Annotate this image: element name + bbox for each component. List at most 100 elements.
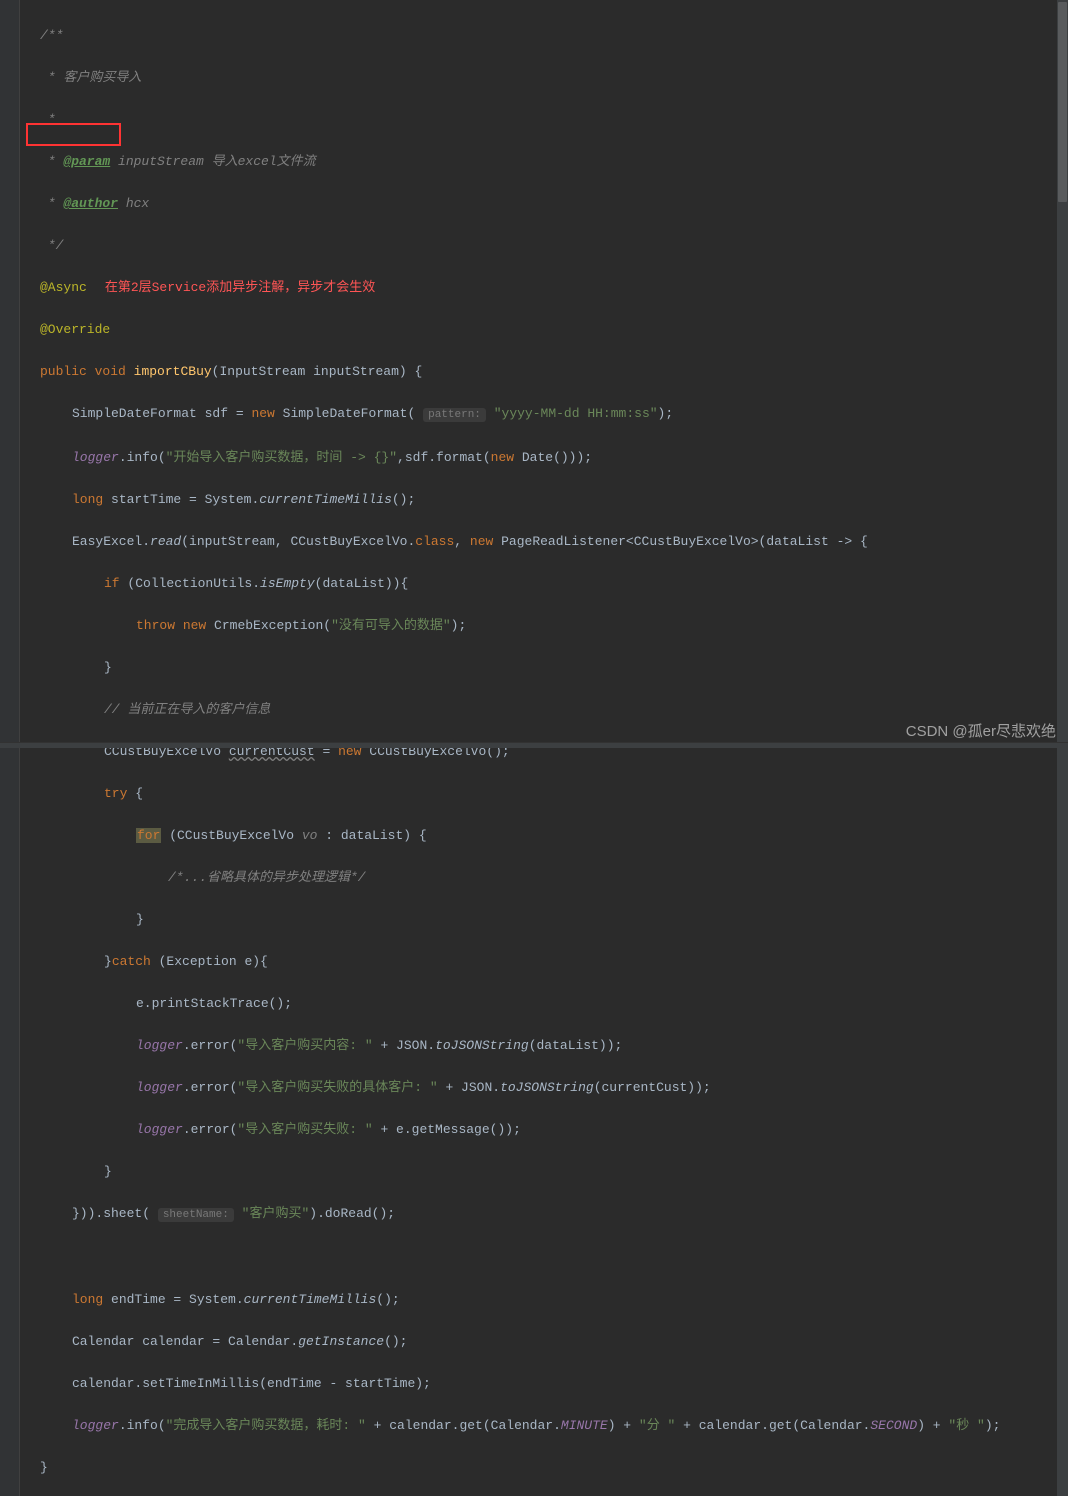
keyword-void: void [95,364,126,379]
static-method: isEmpty [260,576,315,591]
code-text: (); [392,492,415,507]
code-text: .error( [183,1122,238,1137]
string-literal: "秒 " [948,1418,984,1433]
code-text: ); [985,1418,1001,1433]
code-text: SimpleDateFormat( [275,406,415,421]
code-text: (currentCust)); [594,1080,711,1095]
string-literal: "导入客户购买失败: " [237,1122,372,1137]
code-text: : dataList) { [317,828,426,843]
logger-field: logger [72,1418,119,1433]
code-text: })).sheet( [72,1206,150,1221]
unused-var: vo [302,828,318,843]
keyword-try: try [104,786,127,801]
keyword-new: new [491,450,514,465]
keyword-for: for [136,828,161,843]
string-literal: "导入客户购买内容: " [237,1038,372,1053]
code-text: .error( [183,1080,238,1095]
code-text: ); [658,406,674,421]
code-text: + calendar.get(Calendar. [366,1418,561,1433]
static-method: getInstance [298,1334,384,1349]
code-text: (CCustBuyExcelVo [161,828,301,843]
code-text: .info( [119,450,166,465]
code-text: + e.getMessage()); [373,1122,521,1137]
code-text: (); [384,1334,407,1349]
static-constant: MINUTE [561,1418,608,1433]
code-text: (inputStream, CCustBuyExcelVo. [181,534,415,549]
code-text: CrmebException( [206,618,331,633]
string-literal: "导入客户购买失败的具体客户: " [237,1080,437,1095]
block-comment: /*...省略具体的异步处理逻辑*/ [168,870,366,885]
code-text: SimpleDateFormat sdf = [72,406,251,421]
code-text: (CollectionUtils. [120,576,260,591]
method-name: importCBuy [134,364,212,379]
static-method: read [150,534,181,549]
code-text: Calendar calendar = Calendar. [72,1334,298,1349]
string-literal: "yyyy-MM-dd HH:mm:ss" [494,406,658,421]
static-method: currentTimeMillis [259,492,392,507]
code-text: + JSON. [373,1038,435,1053]
code-text: e.printStackTrace(); [136,996,292,1011]
code-text: ) + [917,1418,948,1433]
code-area[interactable]: /** * 客户购买导入 * * @param inputStream 导入ex… [20,4,1068,1496]
string-literal: "分 " [639,1418,675,1433]
code-text: (); [376,1292,399,1307]
keyword-public: public [40,364,87,379]
string-literal: "没有可导入的数据" [331,618,451,633]
string-literal: "客户购买" [242,1206,310,1221]
keyword-new: new [470,534,493,549]
brace-close: } [104,954,112,969]
keyword-long: long [72,1292,103,1307]
doc-comment-line: * @param inputStream 导入excel文件流 [40,154,316,169]
line-comment: // 当前正在导入的客户信息 [104,702,270,717]
code-text: .error( [183,1038,238,1053]
logger-field: logger [72,450,119,465]
async-annotation: @Async [40,280,87,295]
brace-close: } [136,912,144,927]
logger-field: logger [136,1080,183,1095]
red-note: 在第2层Service添加异步注解，异步才会生效 [105,280,375,295]
keyword-catch: catch [112,954,151,969]
code-text: ,sdf.format( [397,450,491,465]
string-literal: "开始导入客户购买数据，时间 -> {}" [166,450,397,465]
doc-comment-open: /** [40,28,63,43]
code-text: (Exception e){ [151,954,268,969]
keyword-throw: throw [136,618,175,633]
static-method: currentTimeMillis [244,1292,377,1307]
method-params: (InputStream inputStream) { [212,364,423,379]
keyword-new: new [251,406,274,421]
code-text: + JSON. [438,1080,500,1095]
static-constant: SECOND [870,1418,917,1433]
code-text: calendar.setTimeInMillis(endTime - start… [72,1376,431,1391]
static-method: toJSONString [500,1080,594,1095]
logger-field: logger [136,1122,183,1137]
doc-comment-line: * [40,112,56,127]
code-text: (dataList)){ [315,576,409,591]
brace-close: } [104,1164,112,1179]
doc-comment-line: * 客户购买导入 [40,70,141,85]
code-text: (dataList)); [529,1038,623,1053]
brace-close: } [104,660,112,675]
override-annotation: @Override [40,322,110,337]
code-text: { [127,786,143,801]
code-editor[interactable]: /** * 客户购买导入 * * @param inputStream 导入ex… [0,0,1068,1496]
code-text: ) + [608,1418,639,1433]
doc-comment-close: */ [40,238,63,253]
gutter [0,0,20,1496]
code-text: PageReadListener<CCustBuyExcelVo>(dataLi… [493,534,867,549]
string-literal: "完成导入客户购买数据，耗时: " [166,1418,366,1433]
brace-close: } [40,1460,48,1475]
keyword-new: new [183,618,206,633]
code-text: Date())); [514,450,592,465]
param-hint: pattern: [423,408,486,422]
doc-comment-line: * @author hcx [40,196,149,211]
doc-tag-author: @author [63,196,118,211]
keyword-long: long [72,492,103,507]
logger-field: logger [136,1038,183,1053]
code-text: ); [451,618,467,633]
status-bar [0,742,1068,748]
watermark: CSDN @孤er尽悲欢绝 [906,721,1056,742]
code-text: EasyExcel. [72,534,150,549]
doc-tag-param: @param [63,154,110,169]
keyword-class: class [415,534,454,549]
code-text: + calendar.get(Calendar. [675,1418,870,1433]
